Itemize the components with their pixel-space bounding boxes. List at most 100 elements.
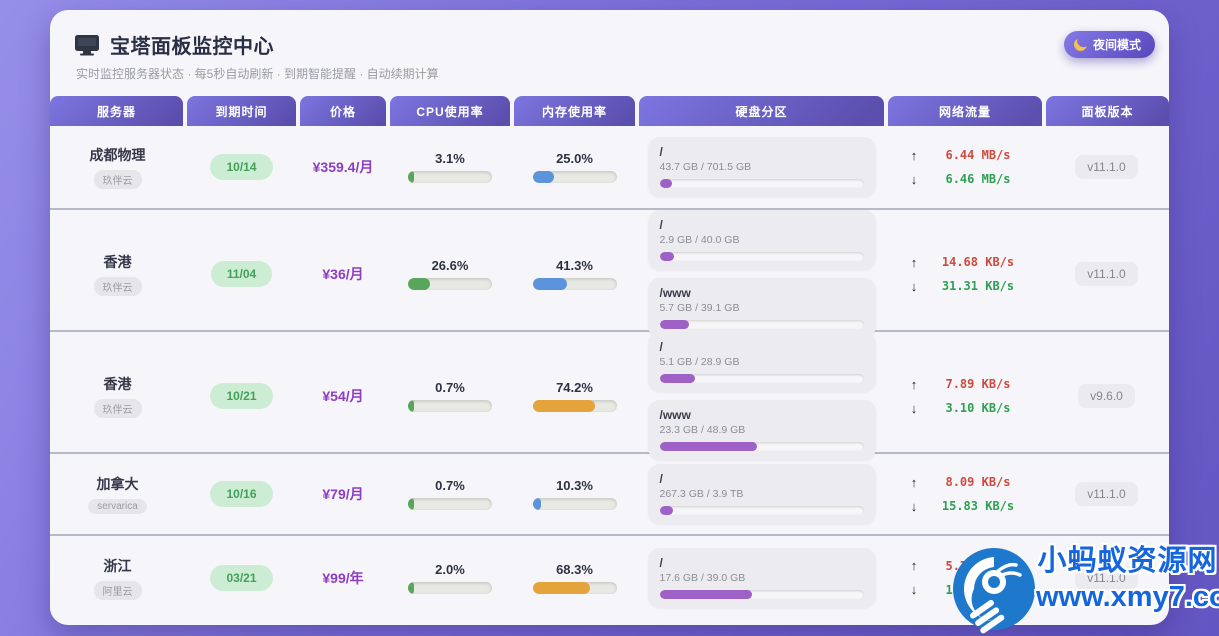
download-arrow-icon: ↓ <box>908 279 920 294</box>
disk-partition: / 2.9 GB / 40.0 GB <box>648 210 876 270</box>
disk-mount: / <box>660 145 864 159</box>
version-badge: v11.1.0 <box>1075 262 1137 286</box>
disk-partition: /www 5.7 GB / 39.1 GB <box>648 278 876 338</box>
memory-bar <box>533 400 617 412</box>
upload-arrow-icon: ↑ <box>908 255 920 270</box>
price-label: ¥99/年 <box>322 568 363 588</box>
table-row: 成都物理 玖伴云 10/14 ¥359.4/月 3.1% 25.0% / 43.… <box>50 126 1169 208</box>
disk-cell: / 43.7 GB / 701.5 GB <box>648 137 876 197</box>
table-row: 加拿大 servarica 10/16 ¥79/月 0.7% 10.3% / 2… <box>50 452 1169 534</box>
provider-badge: 阿里云 <box>94 581 142 600</box>
expiry-badge: 03/21 <box>210 565 272 591</box>
col-header-network: 网络流量 <box>886 96 1044 126</box>
cpu-percent: 0.7% <box>435 478 465 493</box>
disk-usage: 2.9 GB / 40.0 GB <box>660 234 864 246</box>
disk-bar <box>660 320 864 329</box>
col-header-server: 服务器 <box>50 96 185 126</box>
cpu-cell: 3.1% <box>388 126 512 208</box>
disk-bar <box>660 252 864 261</box>
watermark-site-name: 小蚂蚁资源网 <box>1036 546 1219 576</box>
cpu-cell: 0.7% <box>388 454 512 534</box>
memory-cell: 74.2% <box>512 332 637 460</box>
price-label: ¥359.4/月 <box>313 157 374 177</box>
disk-partition: /www 23.3 GB / 48.9 GB <box>648 400 876 460</box>
disk-partition: / 43.7 GB / 701.5 GB <box>648 137 876 197</box>
disk-usage: 267.3 GB / 3.9 TB <box>660 488 864 500</box>
server-name: 成都物理 <box>90 145 146 165</box>
version-badge: v9.6.0 <box>1078 384 1135 408</box>
disk-mount: / <box>660 218 864 232</box>
disk-partition: / 267.3 GB / 3.9 TB <box>648 464 876 524</box>
card-header: 宝塔面板监控中心 实时监控服务器状态 · 每5秒自动刷新 · 到期智能提醒 · … <box>50 10 1169 96</box>
download-speed: 3.10 KB/s <box>934 401 1022 415</box>
memory-percent: 25.0% <box>556 151 593 166</box>
cpu-percent: 3.1% <box>435 151 465 166</box>
col-header-price: 价格 <box>298 96 388 126</box>
disk-usage: 17.6 GB / 39.0 GB <box>660 572 864 584</box>
disk-mount: /www <box>660 286 864 300</box>
cpu-cell: 26.6% <box>388 210 512 338</box>
watermark: 小蚂蚁资源网 www.xmy7.com <box>952 543 1219 636</box>
cpu-bar <box>408 582 492 594</box>
disk-mount: / <box>660 472 864 486</box>
cpu-cell: 2.0% <box>388 536 512 619</box>
cpu-cell: 0.7% <box>388 332 512 460</box>
night-mode-label: 夜间模式 <box>1093 36 1141 53</box>
upload-speed: 8.09 KB/s <box>934 475 1022 489</box>
version-badge: v11.1.0 <box>1075 482 1137 506</box>
provider-badge: 玖伴云 <box>94 277 142 296</box>
server-cell: 成都物理 玖伴云 <box>50 126 185 208</box>
disk-partition: / 5.1 GB / 28.9 GB <box>648 332 876 392</box>
price-label: ¥36/月 <box>322 264 363 284</box>
upload-arrow-icon: ↑ <box>908 475 920 490</box>
monitor-panel-card: 宝塔面板监控中心 实时监控服务器状态 · 每5秒自动刷新 · 到期智能提醒 · … <box>50 10 1169 625</box>
provider-badge: 玖伴云 <box>94 399 142 418</box>
disk-usage: 43.7 GB / 701.5 GB <box>660 161 864 173</box>
server-cell: 浙江 阿里云 <box>50 536 185 619</box>
cpu-bar <box>408 278 492 290</box>
memory-bar <box>533 582 617 594</box>
expiry-badge: 10/16 <box>210 481 272 507</box>
network-cell: ↑8.09 KB/s ↓15.83 KB/s <box>908 475 1022 514</box>
network-cell: ↑6.44 MB/s ↓6.46 MB/s <box>908 148 1022 187</box>
upload-speed: 7.89 KB/s <box>934 377 1022 391</box>
server-name: 香港 <box>104 252 132 272</box>
expiry-badge: 11/04 <box>211 261 272 287</box>
provider-badge: 玖伴云 <box>94 170 142 189</box>
memory-percent: 10.3% <box>556 478 593 493</box>
night-mode-button[interactable]: 夜间模式 <box>1064 31 1155 58</box>
cpu-percent: 2.0% <box>435 562 465 577</box>
page-title: 宝塔面板监控中心 <box>110 30 274 59</box>
disk-cell: / 17.6 GB / 39.0 GB <box>648 548 876 608</box>
download-arrow-icon: ↓ <box>908 582 920 597</box>
col-header-disk: 硬盘分区 <box>637 96 886 126</box>
cpu-percent: 26.6% <box>432 258 469 273</box>
expiry-badge: 10/14 <box>210 154 272 180</box>
memory-cell: 25.0% <box>512 126 637 208</box>
upload-arrow-icon: ↑ <box>908 148 920 163</box>
disk-partition: / 17.6 GB / 39.0 GB <box>648 548 876 608</box>
disk-bar <box>660 590 864 599</box>
memory-percent: 41.3% <box>556 258 593 273</box>
server-name: 加拿大 <box>97 474 139 494</box>
disk-cell: / 267.3 GB / 3.9 TB <box>648 464 876 524</box>
disk-cell: / 2.9 GB / 40.0 GB /www 5.7 GB / 39.1 GB <box>648 210 876 338</box>
download-speed: 31.31 KB/s <box>934 279 1022 293</box>
disk-usage: 5.7 GB / 39.1 GB <box>660 302 864 314</box>
cpu-bar <box>408 400 492 412</box>
col-header-memory: 内存使用率 <box>512 96 637 126</box>
network-cell: ↑14.68 KB/s ↓31.31 KB/s <box>908 255 1022 294</box>
disk-usage: 23.3 GB / 48.9 GB <box>660 424 864 436</box>
disk-usage: 5.1 GB / 28.9 GB <box>660 356 864 368</box>
watermark-site-url: www.xmy7.com <box>1036 582 1219 612</box>
download-arrow-icon: ↓ <box>908 401 920 416</box>
download-speed: 15.83 KB/s <box>934 499 1022 513</box>
download-speed: 6.46 MB/s <box>934 172 1022 186</box>
memory-percent: 74.2% <box>556 380 593 395</box>
provider-badge: servarica <box>88 499 147 514</box>
memory-bar <box>533 171 617 183</box>
table-row: 香港 玖伴云 10/21 ¥54/月 0.7% 74.2% / 5.1 GB /… <box>50 330 1169 452</box>
server-cell: 香港 玖伴云 <box>50 332 185 460</box>
memory-cell: 41.3% <box>512 210 637 338</box>
table-row: 香港 玖伴云 11/04 ¥36/月 26.6% 41.3% / 2.9 GB … <box>50 208 1169 330</box>
